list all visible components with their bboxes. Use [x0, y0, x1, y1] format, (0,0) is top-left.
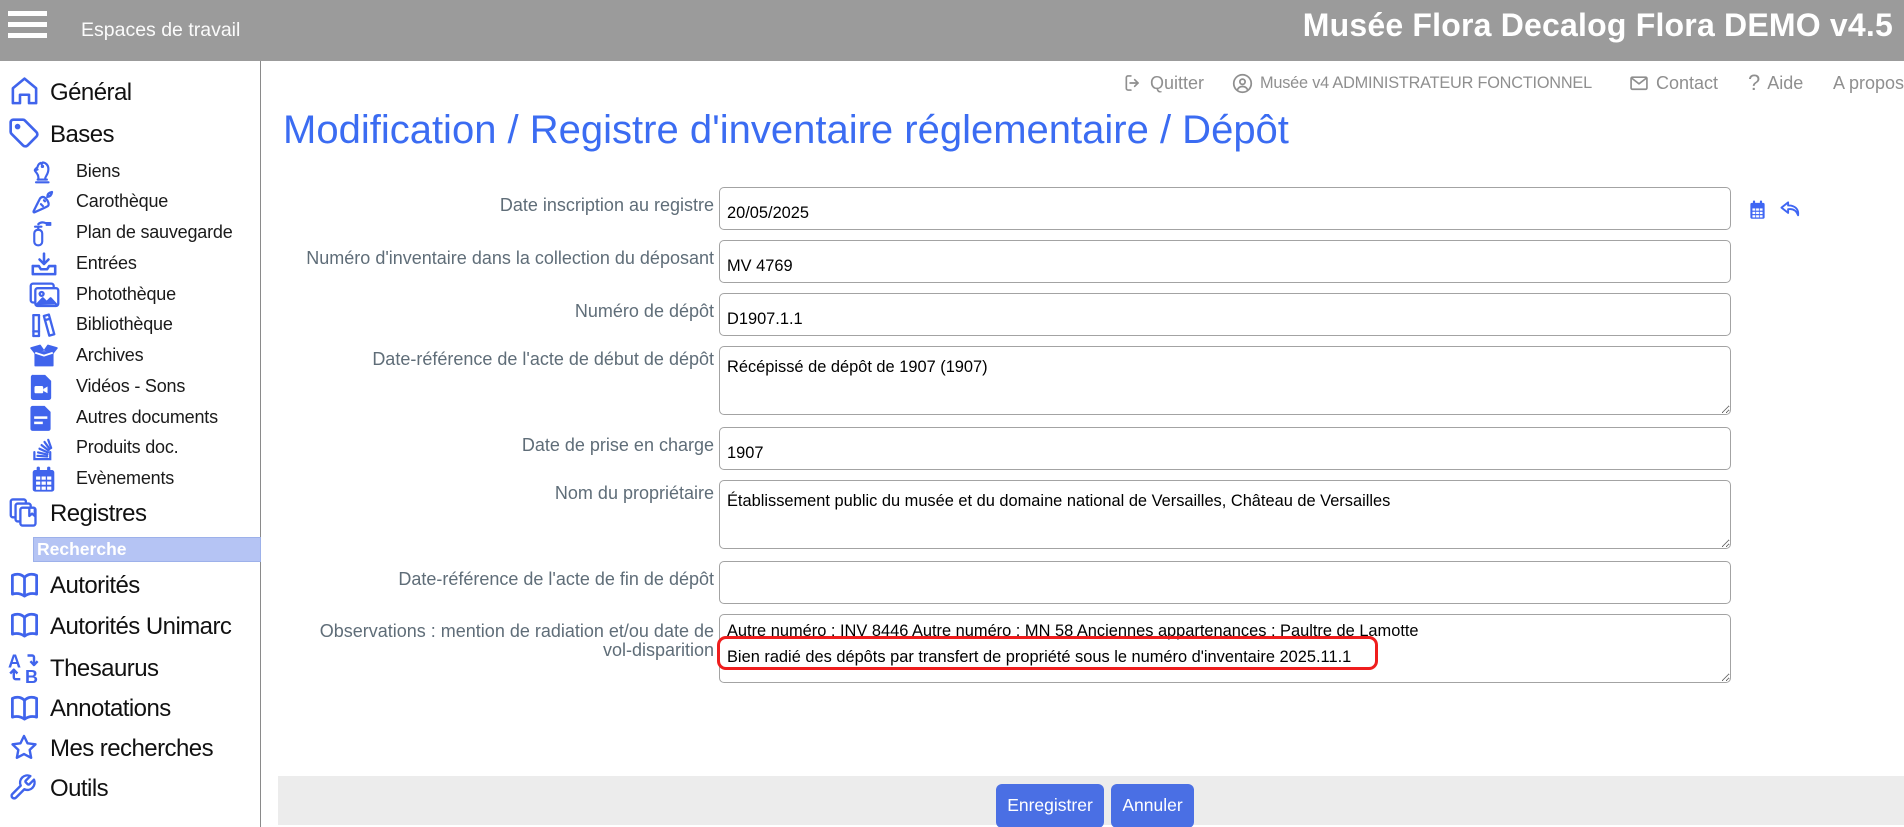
svg-text:B: B — [25, 667, 38, 684]
svg-text:A: A — [8, 651, 21, 671]
